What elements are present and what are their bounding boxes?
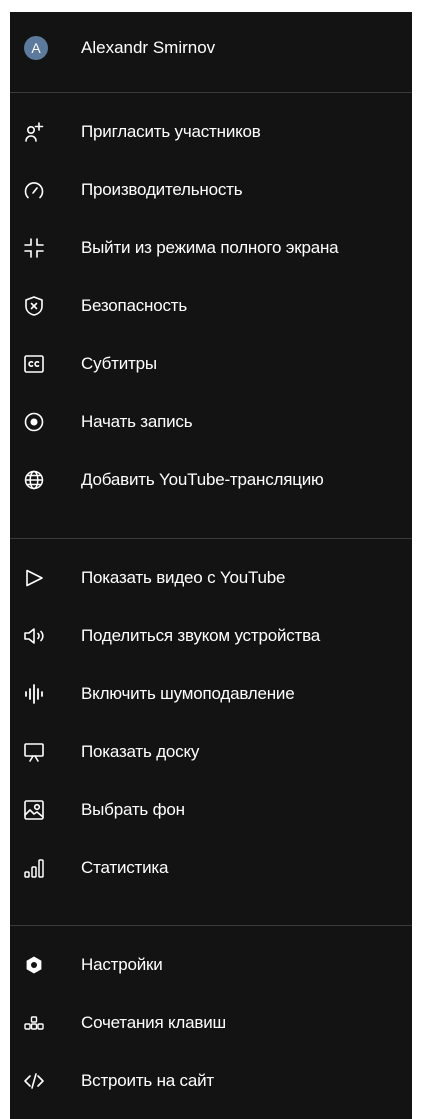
menu-item-label: Включить шумоподавление: [81, 684, 295, 703]
menu-item-label: Показать видео с YouTube: [81, 568, 286, 587]
shield-icon: [23, 295, 45, 317]
menu-item-label: Настройки: [81, 955, 163, 974]
menu-item-label: Добавить YouTube-трансляцию: [81, 470, 324, 489]
exit-fullscreen-icon: [23, 237, 45, 259]
menu-item-performance[interactable]: Производительность: [10, 161, 412, 219]
menu-item-share-device-audio[interactable]: Поделиться звуком устройства: [10, 607, 412, 665]
avatar: A: [24, 36, 48, 60]
menu-item-start-recording[interactable]: Начать запись: [10, 393, 412, 451]
settings-icon: [23, 954, 45, 976]
menu-item-embed-on-site[interactable]: Встроить на сайт: [10, 1052, 412, 1110]
menu-item-label: Выбрать фон: [81, 800, 185, 819]
menu-item-invite-participants[interactable]: Пригласить участников: [10, 103, 412, 161]
divider: [10, 538, 412, 539]
menu-item-label: Производительность: [81, 180, 243, 199]
code-embed-icon: [23, 1070, 45, 1092]
menu-item-label: Выйти из режима полного экрана: [81, 238, 339, 257]
noise-suppression-icon: [23, 683, 45, 705]
menu-item-keyboard-shortcuts[interactable]: Сочетания клавиш: [10, 994, 412, 1052]
menu-item-label: Начать запись: [81, 412, 193, 431]
play-icon: [23, 567, 45, 589]
menu-item-label: Показать доску: [81, 742, 200, 761]
menu-item-settings[interactable]: Настройки: [10, 936, 412, 994]
menu-item-label: Поделиться звуком устройства: [81, 626, 321, 645]
closed-captions-icon: [23, 353, 45, 375]
user-name: Alexandr Smirnov: [81, 38, 216, 57]
background-image-icon: [23, 799, 45, 821]
menu-item-security[interactable]: Безопасность: [10, 277, 412, 335]
user-profile-item[interactable]: A Alexandr Smirnov: [10, 12, 412, 82]
speaker-icon: [23, 625, 45, 647]
menu-item-label: Безопасность: [81, 296, 188, 315]
options-menu: A Alexandr Smirnov Пригласить участников…: [10, 12, 412, 1119]
menu-item-show-whiteboard[interactable]: Показать доску: [10, 723, 412, 781]
menu-item-show-youtube-video[interactable]: Показать видео с YouTube: [10, 549, 412, 607]
keyboard-shortcuts-icon: [23, 1012, 45, 1034]
menu-item-noise-suppression[interactable]: Включить шумоподавление: [10, 665, 412, 723]
statistics-icon: [23, 857, 45, 879]
menu-item-exit-fullscreen[interactable]: Выйти из режима полного экрана: [10, 219, 412, 277]
menu-item-label: Сочетания клавиш: [81, 1013, 226, 1032]
speedometer-icon: [23, 179, 45, 201]
divider: [10, 925, 412, 926]
record-icon: [23, 411, 45, 433]
menu-item-choose-background[interactable]: Выбрать фон: [10, 781, 412, 839]
whiteboard-icon: [23, 741, 45, 763]
menu-item-label: Статистика: [81, 858, 169, 877]
divider: [10, 92, 412, 93]
menu-item-add-youtube-stream[interactable]: Добавить YouTube-трансляцию: [10, 451, 412, 509]
globe-icon: [23, 469, 45, 491]
add-person-icon: [23, 121, 45, 143]
menu-item-label: Субтитры: [81, 354, 157, 373]
menu-item-subtitles[interactable]: Субтитры: [10, 335, 412, 393]
menu-item-label: Пригласить участников: [81, 122, 261, 141]
menu-item-label: Встроить на сайт: [81, 1071, 214, 1090]
menu-item-statistics[interactable]: Статистика: [10, 839, 412, 897]
